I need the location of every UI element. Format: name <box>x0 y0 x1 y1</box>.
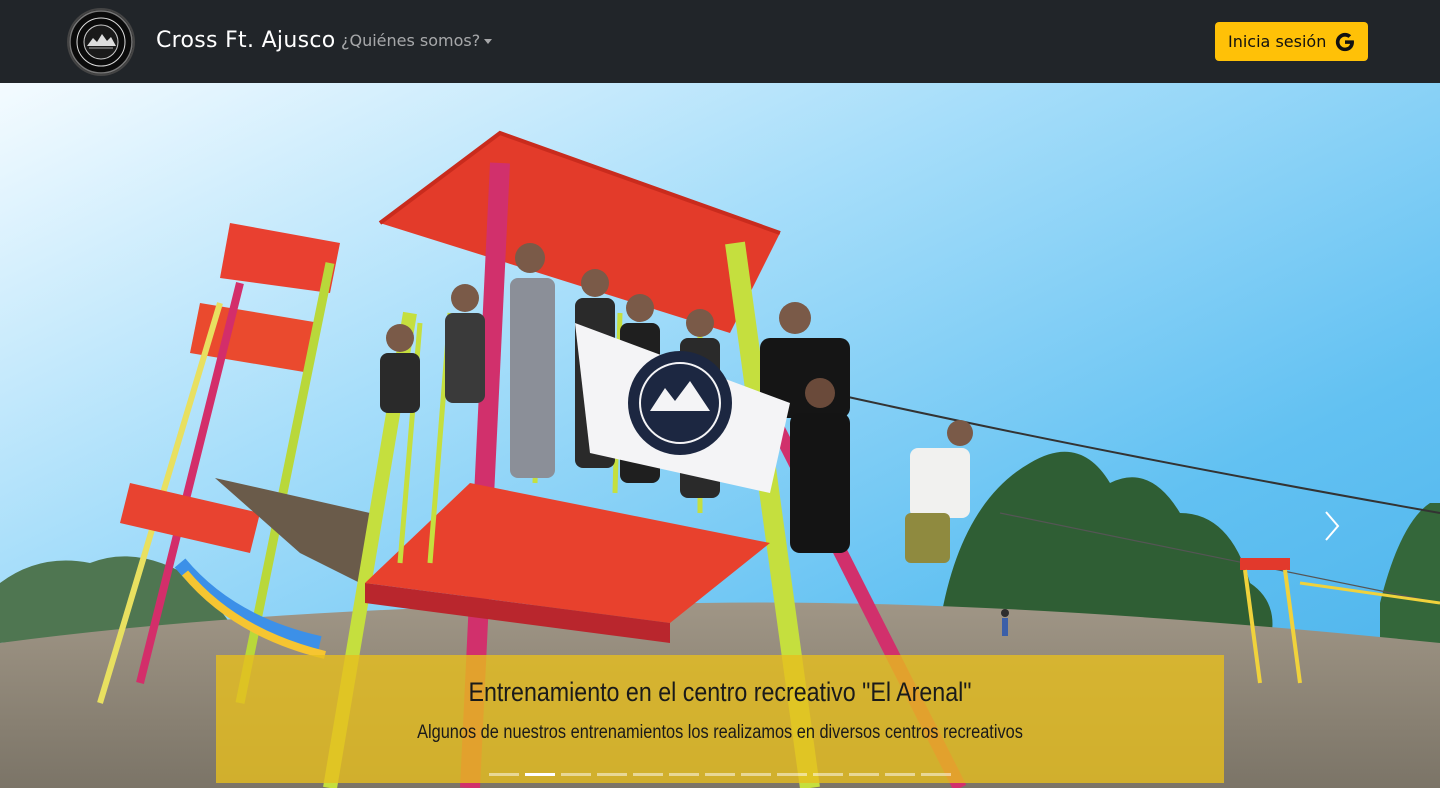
indicator-11[interactable] <box>849 773 879 776</box>
navbar: Cross Ft. Ajusco ¿Quiénes somos? Inicia … <box>0 0 1440 83</box>
about-dropdown[interactable]: ¿Quiénes somos? <box>341 30 493 52</box>
indicator-8[interactable] <box>741 773 771 776</box>
chevron-right-icon[interactable] <box>1318 508 1346 544</box>
about-dropdown-label: ¿Quiénes somos? <box>341 31 481 50</box>
login-button[interactable]: Inicia sesión <box>1215 22 1368 61</box>
indicator-13[interactable] <box>921 773 951 776</box>
slide-caption: Entrenamiento en el centro recreativo "E… <box>216 655 1224 783</box>
caption-title: Entrenamiento en el centro recreativo "E… <box>468 677 972 707</box>
indicator-12[interactable] <box>885 773 915 776</box>
indicator-5[interactable] <box>633 773 663 776</box>
brand-logo-icon[interactable] <box>69 10 133 74</box>
indicator-9[interactable] <box>777 773 807 776</box>
caret-down-icon <box>484 39 493 44</box>
login-button-label: Inicia sesión <box>1228 32 1327 51</box>
carousel-indicators <box>489 773 951 777</box>
brand-name[interactable]: Cross Ft. Ajusco <box>156 27 336 55</box>
indicator-10[interactable] <box>813 773 843 776</box>
indicator-2[interactable] <box>525 773 555 776</box>
google-icon <box>1335 32 1354 52</box>
caption-text: Algunos de nuestros entrenamientos los r… <box>417 722 1023 743</box>
indicator-1[interactable] <box>489 773 519 776</box>
indicator-6[interactable] <box>669 773 699 776</box>
indicator-3[interactable] <box>561 773 591 776</box>
indicator-4[interactable] <box>597 773 627 776</box>
indicator-7[interactable] <box>705 773 735 776</box>
